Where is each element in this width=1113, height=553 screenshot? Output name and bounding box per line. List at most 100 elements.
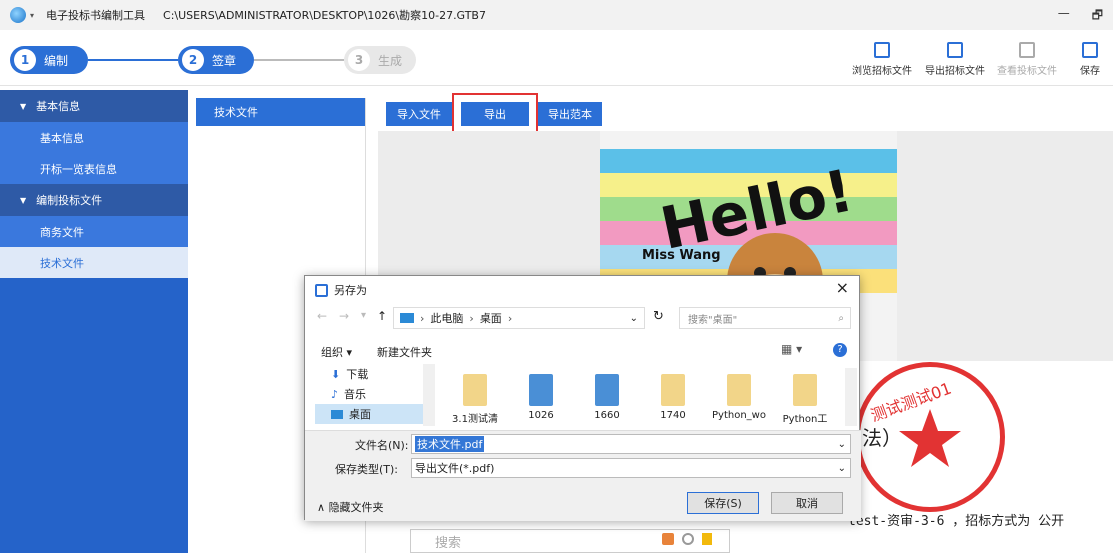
view-bid-button[interactable]: 查看投标文件: [992, 38, 1062, 77]
miss-wang-text: Miss Wang: [642, 248, 721, 263]
sidebar-item-technical-file[interactable]: 技术文件: [0, 247, 188, 278]
tree-item-downloads[interactable]: ⬇ 下载: [315, 364, 435, 384]
browse-bid-button[interactable]: 浏览招标文件: [847, 38, 917, 77]
pen-icon[interactable]: [662, 533, 674, 545]
app-name: 电子投标书编制工具: [46, 9, 146, 22]
music-icon: ♪: [331, 387, 339, 401]
tree-scrollbar[interactable]: [423, 364, 435, 426]
dialog-cancel-button[interactable]: 取消: [771, 492, 843, 514]
chevron-down-icon[interactable]: ▾: [361, 310, 366, 321]
file-item[interactable]: Python工: [775, 368, 835, 426]
triangle-down-icon: ▼: [20, 195, 27, 205]
triangle-down-icon: ▼: [20, 101, 27, 111]
filename-field[interactable]: 技术文件.pdf ⌄: [411, 434, 851, 454]
step-generate[interactable]: 3 生成: [344, 46, 416, 74]
file-item[interactable]: 1660: [577, 368, 637, 426]
sidebar-group-label: 编制投标文件: [36, 194, 103, 207]
tree-item-music[interactable]: ♪ 音乐: [315, 384, 435, 404]
dialog-search-input[interactable]: 搜索"桌面" ⌕: [679, 307, 851, 329]
chevron-down-icon[interactable]: ⌄: [838, 463, 846, 474]
app-logo-icon[interactable]: [10, 7, 26, 23]
view-options-icon[interactable]: ▦ ▾: [781, 342, 802, 356]
forward-arrow-icon[interactable]: →: [339, 309, 349, 323]
tree-item-label: 桌面: [349, 408, 371, 421]
back-arrow-icon[interactable]: ←: [317, 309, 327, 323]
settings-icon[interactable]: [682, 533, 694, 545]
file-name: 1740: [660, 410, 686, 421]
filetype-label: 保存类型(T):: [335, 463, 399, 476]
folder-icon: [727, 374, 751, 406]
file-scrollbar[interactable]: [845, 368, 857, 426]
save-icon: [1082, 42, 1098, 58]
document-view-icon: [1019, 42, 1035, 58]
step-sign[interactable]: 2 签章: [178, 46, 254, 74]
dialog-save-button[interactable]: 保存(S): [687, 492, 759, 514]
sidebar-group-basic-info[interactable]: ▼ 基本信息: [0, 90, 188, 122]
address-bar[interactable]: › 此电脑 › 桌面 › ⌄: [393, 307, 645, 329]
document-export-icon: [947, 42, 963, 58]
highlight-box: [452, 93, 538, 134]
download-icon: ⬇: [331, 367, 341, 381]
minimize-button[interactable]: —: [1058, 6, 1070, 27]
filetype-select[interactable]: 导出文件(*.pdf) ⌄: [411, 458, 851, 478]
stamp-text: 测试测试01: [868, 379, 954, 426]
step-number: 1: [14, 49, 36, 71]
close-icon[interactable]: ×: [836, 278, 849, 297]
help-icon[interactable]: ?: [833, 343, 847, 357]
file-grid: 3.1测试清 1026 1660 1740 Python_wo Python工: [445, 368, 835, 426]
navigation-bar: ← → ▾ ↑ › 此电脑 › 桌面 › ⌄ ↻ 搜索"桌面" ⌕: [305, 304, 861, 334]
list-item-technical-file[interactable]: 技术文件: [196, 98, 365, 126]
sidebar-group-label: 基本信息: [36, 100, 81, 113]
file-item[interactable]: Python_wo: [709, 368, 769, 426]
hide-folders-toggle[interactable]: ∧ 隐藏文件夹: [317, 499, 384, 515]
filename-value: 技术文件.pdf: [415, 436, 485, 452]
file-name: Python工: [782, 414, 828, 425]
file-name: 3.1测试清: [452, 414, 498, 425]
save-label: 保存: [1080, 66, 1100, 77]
file-name: 1660: [594, 410, 620, 421]
breadcrumb-this-pc[interactable]: 此电脑: [430, 310, 463, 326]
sidebar-group-compile-bid[interactable]: ▼ 编制投标文件: [0, 184, 188, 216]
step-number: 2: [182, 49, 204, 71]
step-bar: 1 编制 2 签章 3 生成 浏览招标文件 导出招标文件 查看投标文件 保存: [0, 30, 1113, 86]
command-bar: 组织 ▾ 新建文件夹 ▦ ▾ ?: [305, 340, 861, 362]
export-bid-button[interactable]: 导出招标文件: [920, 38, 990, 77]
file-item[interactable]: 1026: [511, 368, 571, 426]
refresh-icon[interactable]: ↻: [653, 309, 664, 324]
step-label: 签章: [212, 53, 237, 68]
import-file-button[interactable]: 导入文件: [386, 102, 452, 126]
lightning-icon[interactable]: [702, 533, 712, 545]
step-number: 3: [348, 49, 370, 71]
sidebar: ▼ 基本信息 基本信息 开标一览表信息 ▼ 编制投标文件 商务文件 技术文件: [0, 90, 188, 553]
dialog-footer: 文件名(N): 技术文件.pdf ⌄ 保存类型(T): 导出文件(*.pdf) …: [305, 430, 861, 521]
filetype-value: 导出文件(*.pdf): [415, 462, 495, 475]
pc-icon: [400, 313, 414, 323]
chevron-down-icon[interactable]: ⌄: [838, 439, 846, 450]
step-edit[interactable]: 1 编制: [10, 46, 88, 74]
breadcrumb-desktop[interactable]: 桌面: [480, 310, 502, 326]
dialog-app-icon: [315, 283, 328, 297]
step-connector: [254, 59, 344, 61]
save-button[interactable]: 保存: [1068, 38, 1112, 77]
file-item[interactable]: 3.1测试清: [445, 368, 505, 426]
sidebar-item-business-file[interactable]: 商务文件: [0, 216, 188, 247]
filename-label: 文件名(N):: [355, 439, 409, 452]
export-template-button[interactable]: 导出范本: [538, 102, 602, 126]
search-icon: ⌕: [838, 312, 844, 324]
sidebar-item-basic-info[interactable]: 基本信息: [0, 122, 188, 153]
sidebar-item-opening-summary[interactable]: 开标一览表信息: [0, 153, 188, 184]
up-arrow-icon[interactable]: ↑: [377, 309, 387, 323]
file-name: Python_wo: [712, 410, 766, 421]
step-connector: [88, 59, 178, 61]
tree-item-desktop[interactable]: 桌面: [315, 404, 435, 424]
export-bid-label: 导出招标文件: [925, 66, 985, 77]
document-line-fragment: test-资审-3-6 ，招标方式为 公开: [848, 514, 1065, 529]
chevron-down-icon[interactable]: ▾: [30, 11, 34, 20]
browse-bid-label: 浏览招标文件: [852, 66, 912, 77]
chevron-down-icon[interactable]: ⌄: [630, 313, 638, 324]
restore-button[interactable]: 🗗: [1092, 6, 1103, 27]
organize-menu[interactable]: 组织 ▾: [321, 344, 352, 360]
folder-icon: [793, 374, 817, 406]
file-item[interactable]: 1740: [643, 368, 703, 426]
new-folder-button[interactable]: 新建文件夹: [377, 344, 432, 360]
